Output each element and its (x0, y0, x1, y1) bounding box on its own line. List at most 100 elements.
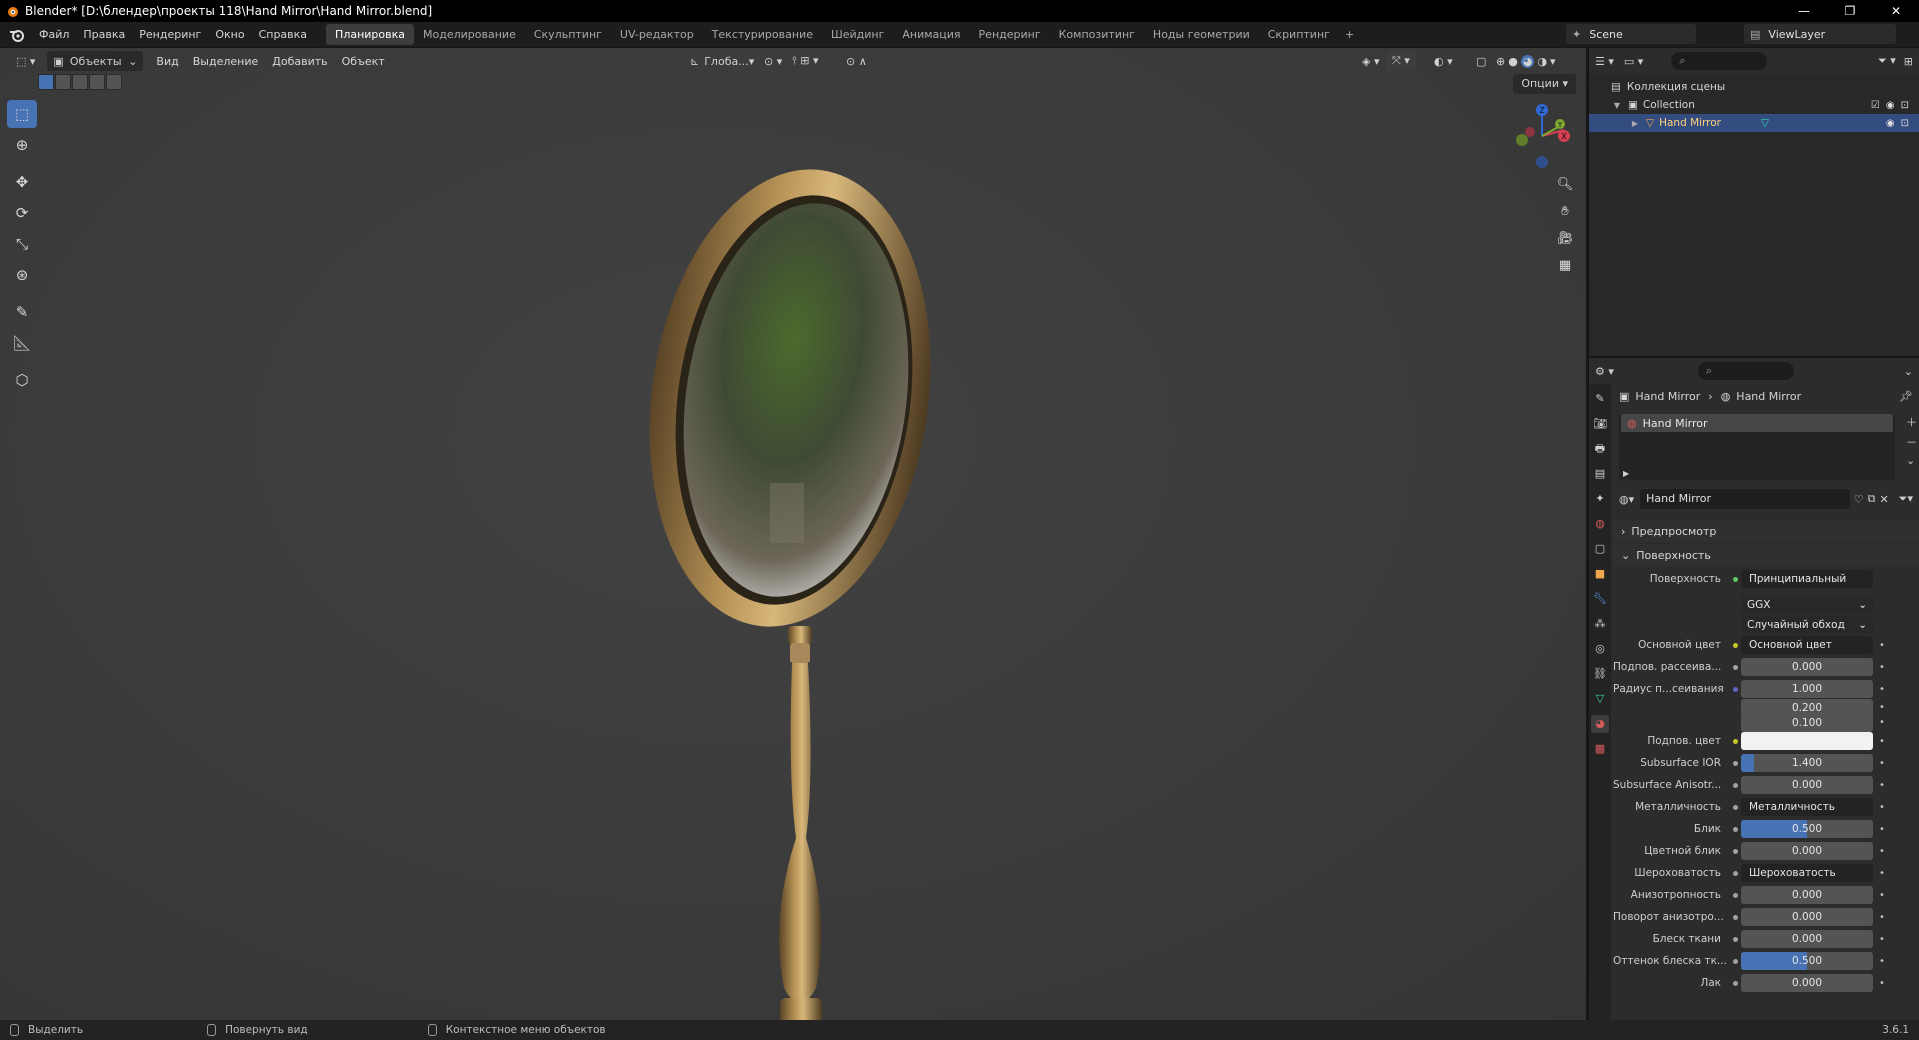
menu-select[interactable]: Выделение (186, 55, 266, 68)
transform-tool-icon[interactable]: ⊛ (7, 261, 37, 289)
transform-orientation[interactable]: ⊾ Глоба... ▾ (684, 51, 760, 71)
material-tab-icon[interactable]: ◕ (1591, 715, 1609, 733)
properties-editor-icon[interactable]: ⚙ ▾ (1595, 365, 1614, 378)
tab-texture-paint[interactable]: Текстурирование (703, 24, 822, 45)
tab-layout[interactable]: Планировка (326, 24, 415, 45)
view-layer-selector[interactable]: ▤ ViewLayer (1744, 24, 1896, 44)
render-camera-icon[interactable]: ⊡ (1901, 118, 1909, 129)
material-slot-item[interactable]: ◍ Hand Mirror (1621, 414, 1893, 432)
tab-modeling[interactable]: Моделирование (414, 24, 525, 45)
new-collection-icon[interactable]: ⊞ (1904, 55, 1913, 68)
color-swatch-field[interactable] (1741, 732, 1873, 750)
material-preview-icon[interactable]: ◕ (1520, 54, 1535, 68)
particles-tab-icon[interactable]: ⁂ (1591, 615, 1609, 633)
keyframe-dot-icon[interactable]: • (1873, 780, 1891, 791)
select-invert-icon[interactable] (89, 74, 105, 90)
scene-selector[interactable]: ✦ Scene (1566, 24, 1696, 44)
input-socket-icon[interactable] (1729, 826, 1741, 832)
tab-compositing[interactable]: Композитинг (1050, 24, 1144, 45)
visibility-eye-icon[interactable]: ◉ (1886, 118, 1895, 129)
number-field[interactable]: 1.400 (1741, 754, 1873, 772)
physics-tab-icon[interactable]: ◎ (1591, 640, 1609, 658)
camera-view-icon[interactable]: 🎥︎ (1553, 227, 1577, 251)
navigation-gizmo[interactable]: Z X Y (1500, 96, 1580, 176)
number-field[interactable]: 0.500 (1741, 952, 1873, 970)
tab-sculpting[interactable]: Скульптинг (525, 24, 611, 45)
number-field[interactable]: 0.100 (1741, 713, 1873, 732)
keyframe-dot-icon[interactable]: • (1873, 956, 1891, 967)
constraints-tab-icon[interactable]: ⛓︎ (1591, 665, 1609, 683)
keyframe-dot-icon[interactable]: • (1873, 978, 1891, 989)
close-button[interactable]: ✕ (1873, 0, 1919, 22)
input-socket-icon[interactable] (1729, 958, 1741, 964)
linked-input-field[interactable]: Металличность (1741, 798, 1873, 816)
maximize-button[interactable]: ❐ (1827, 0, 1873, 22)
texture-tab-icon[interactable]: ▩ (1591, 740, 1609, 758)
data-tab-icon[interactable]: ▽ (1591, 690, 1609, 708)
duplicate-material-icon[interactable]: ⧉ (1868, 492, 1876, 506)
pivot-point-button[interactable]: ⊙ ▾ (758, 51, 788, 71)
editor-type-button[interactable]: ⬚ ▾ (10, 51, 41, 71)
material-name-field[interactable]: Hand Mirror (1640, 489, 1850, 509)
tool-tab-icon[interactable]: ✎ (1591, 390, 1609, 408)
display-mode-icon[interactable]: ▭ ▾ (1624, 55, 1643, 68)
input-socket-icon[interactable] (1729, 936, 1741, 942)
collection-tab-icon[interactable]: ▢ (1591, 540, 1609, 558)
input-socket-icon[interactable] (1729, 738, 1741, 744)
wireframe-icon[interactable]: ⊕ (1496, 55, 1505, 68)
outliner-row-collection[interactable]: ▼ ▣ Collection ☑ ◉ ⊡ (1589, 96, 1919, 114)
node-filter-icon[interactable]: ⏷▾ (1899, 492, 1913, 506)
outliner-search-input[interactable]: ⌕ (1671, 52, 1768, 70)
hand-mirror-object[interactable] (640, 138, 940, 1038)
rendered-icon[interactable]: ◑ (1537, 55, 1547, 68)
overlay-toggle[interactable]: ◐ ▾ (1428, 51, 1459, 71)
add-cube-tool-icon[interactable]: ⬡ (7, 366, 37, 394)
output-tab-icon[interactable]: 🖶︎ (1591, 440, 1609, 458)
linked-input-field[interactable]: Основной цвет (1741, 636, 1873, 654)
filter-icon[interactable]: ⏷ ▾ (1878, 54, 1896, 68)
outliner-editor-icon[interactable]: ☰ ▾ (1595, 55, 1614, 68)
keyframe-dot-icon[interactable]: • (1873, 640, 1891, 651)
input-socket-icon[interactable] (1729, 664, 1741, 670)
keyframe-dot-icon[interactable]: • (1873, 802, 1891, 813)
tab-geometry-nodes[interactable]: Ноды геометрии (1144, 24, 1259, 45)
modifiers-tab-icon[interactable]: 🔧︎ (1591, 590, 1609, 608)
keyframe-dot-icon[interactable]: • (1873, 702, 1891, 713)
menu-render[interactable]: Рендеринг (132, 28, 208, 41)
keyframe-dot-icon[interactable]: • (1873, 684, 1891, 695)
keyframe-dot-icon[interactable]: • (1873, 662, 1891, 673)
blender-menu-icon[interactable] (8, 26, 26, 44)
visibility-eye-icon[interactable]: ◉ (1886, 100, 1895, 111)
number-field[interactable]: 0.000 (1741, 908, 1873, 926)
tab-scripting[interactable]: Скриптинг (1259, 24, 1339, 45)
add-workspace-button[interactable]: + (1339, 24, 1360, 45)
minimize-button[interactable]: — (1781, 0, 1827, 22)
number-field[interactable]: 0.000 (1741, 930, 1873, 948)
number-field[interactable]: 0.500 (1741, 820, 1873, 838)
measure-tool-icon[interactable]: 📐︎ (7, 329, 37, 357)
proportional-edit-toggle[interactable]: ⊙ ∧ (840, 51, 873, 71)
pan-hand-icon[interactable]: ✋︎ (1553, 200, 1577, 224)
snap-toggle[interactable]: ⫯ ⊞ ▾ (786, 51, 825, 71)
input-socket-icon[interactable] (1729, 980, 1741, 986)
exclude-checkbox[interactable]: ☑ (1871, 100, 1880, 111)
select-new-icon[interactable] (38, 74, 54, 90)
annotate-tool-icon[interactable]: ✎ (7, 298, 37, 326)
scene-tab-icon[interactable]: ✦ (1591, 490, 1609, 508)
zoom-icon[interactable]: 🔍︎ (1553, 173, 1577, 197)
input-socket-icon[interactable] (1729, 848, 1741, 854)
keyframe-dot-icon[interactable]: • (1873, 912, 1891, 923)
keyframe-dot-icon[interactable]: • (1873, 890, 1891, 901)
cursor-tool-icon[interactable]: ⊕ (7, 131, 37, 159)
expand-toggle-icon[interactable]: ▶ (1629, 119, 1641, 128)
keyframe-dot-icon[interactable]: • (1873, 934, 1891, 945)
keyframe-dot-icon[interactable]: • (1873, 868, 1891, 879)
options-button[interactable]: Опции ▾ (1513, 74, 1576, 94)
panel-preview-header[interactable]: › Предпросмотр (1613, 520, 1919, 542)
render-camera-icon[interactable]: ⊡ (1901, 100, 1909, 111)
menu-edit[interactable]: Правка (76, 28, 132, 41)
outliner-row-scene-collection[interactable]: ▤ Коллекция сцены (1589, 78, 1919, 96)
tab-animation[interactable]: Анимация (893, 24, 969, 45)
mode-selector[interactable]: ▣ Объекты ⌄ (47, 51, 144, 71)
linked-input-field[interactable]: Шероховатость (1741, 864, 1873, 882)
